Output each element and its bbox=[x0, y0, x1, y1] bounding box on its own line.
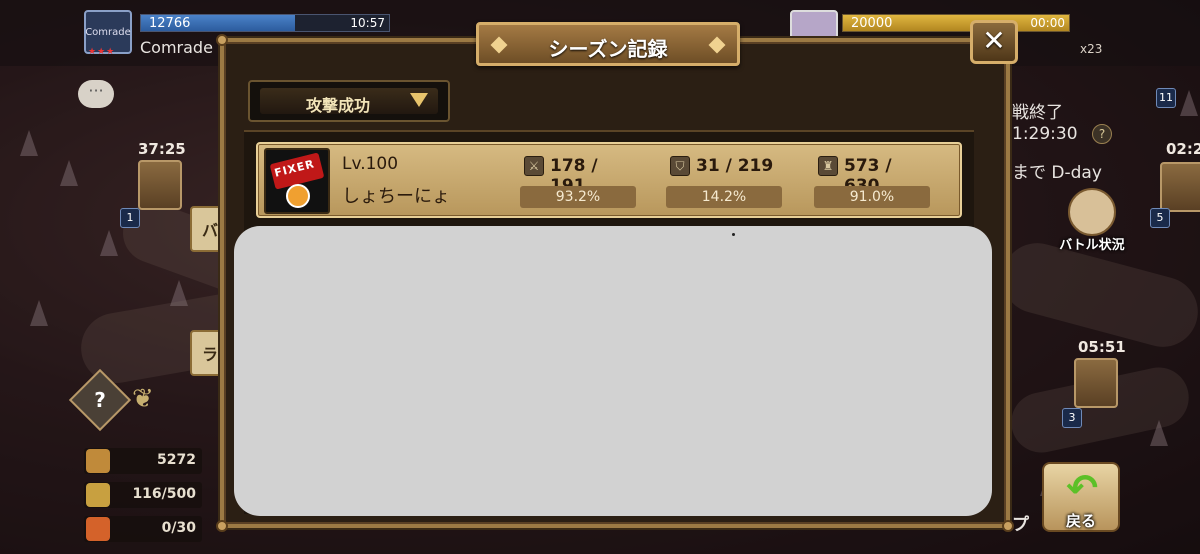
tower-icon: ♜ bbox=[818, 156, 838, 176]
tower-lower[interactable] bbox=[1074, 358, 1118, 408]
avatar-character bbox=[286, 184, 310, 208]
resource-value: 5272 bbox=[157, 452, 196, 468]
dialog-title-plate: シーズン記録 bbox=[476, 22, 740, 66]
player-level: Lv.100 bbox=[342, 154, 399, 174]
corner-label: プ bbox=[1012, 515, 1029, 535]
tower-level-badge: 11 bbox=[1156, 88, 1176, 108]
multiplier-count: x23 bbox=[1080, 42, 1103, 56]
info-icon[interactable]: ? bbox=[1092, 124, 1112, 144]
dialog-title: シーズン記録 bbox=[548, 37, 668, 61]
opponent-score: 20000 bbox=[851, 16, 893, 31]
close-button[interactable]: ✕ bbox=[970, 20, 1018, 64]
back-arrow-icon: ↶ bbox=[1066, 466, 1098, 510]
battle-end-label: 戦終了 bbox=[1012, 103, 1063, 123]
arena-wing-icon bbox=[86, 517, 110, 541]
dday-label: まで D-day bbox=[1012, 163, 1102, 183]
frame-corner-ornament bbox=[1002, 520, 1014, 532]
guild-emblem-text: Comrade bbox=[85, 26, 131, 38]
frame-corner-ornament bbox=[216, 520, 228, 532]
tower-timer-lower: 05:51 bbox=[1078, 338, 1126, 356]
crystal-icon bbox=[86, 449, 110, 473]
frame-corner-ornament bbox=[216, 34, 228, 46]
tower-rate: 91.0% bbox=[814, 186, 930, 208]
dropdown-face: 攻撃成功 bbox=[260, 88, 438, 115]
battle-status-label: バトル状況 bbox=[1059, 238, 1125, 253]
battle-status-button[interactable]: バトル状況 bbox=[1054, 188, 1130, 253]
tower-level-badge: 5 bbox=[1150, 208, 1170, 228]
guild-rank-stars: ★★★ bbox=[88, 47, 116, 57]
resource-energy: 116/500 bbox=[84, 482, 202, 508]
resource-crystal: 5272 bbox=[84, 448, 202, 474]
player-name: しょちーにょ bbox=[342, 186, 450, 207]
wing-emblem-icon[interactable]: ❦ bbox=[132, 384, 186, 420]
record-type-dropdown[interactable]: 攻撃成功 bbox=[248, 80, 450, 122]
redacted-area bbox=[234, 226, 992, 516]
guild-name: Comrade bbox=[140, 38, 213, 57]
crossed-swords-icon: ⚔ bbox=[524, 156, 544, 176]
player-avatar[interactable]: FIXER bbox=[264, 148, 330, 214]
tower-stat: ♜ 573 / 630 91.0% bbox=[814, 152, 932, 210]
opponent-time: 00:00 bbox=[1030, 16, 1065, 30]
chat-icon[interactable]: ··· bbox=[78, 80, 114, 108]
resource-arena-wing: 0/30 bbox=[84, 516, 202, 542]
defense-stat: ⛉ 31 / 219 14.2% bbox=[666, 152, 784, 210]
guild-score-bar: 12766 10:57 bbox=[140, 14, 390, 32]
tower-level-badge: 3 bbox=[1062, 408, 1082, 428]
tower-left[interactable] bbox=[138, 160, 182, 210]
record-row[interactable]: FIXER Lv.100 しょちーにょ ⚔ 178 / 191 93.2% ⛉ … bbox=[256, 142, 962, 218]
chevron-down-icon bbox=[410, 93, 428, 107]
defense-rate: 14.2% bbox=[666, 186, 782, 208]
battle-status-icon bbox=[1068, 188, 1116, 236]
opponent-score-bar: 20000 00:00 bbox=[842, 14, 1070, 32]
redaction-speck bbox=[732, 233, 735, 236]
tower-right[interactable] bbox=[1160, 162, 1200, 212]
resource-value: 0/30 bbox=[161, 520, 196, 536]
guild-score: 12766 bbox=[149, 16, 191, 31]
energy-icon bbox=[86, 483, 110, 507]
shield-icon: ⛉ bbox=[670, 156, 690, 176]
tower-timer-left: 37:25 bbox=[138, 140, 186, 158]
tower-timer-right: 02:2 bbox=[1166, 140, 1200, 158]
attack-rate: 93.2% bbox=[520, 186, 636, 208]
battle-end-countdown: 1:29:30 bbox=[1012, 124, 1078, 144]
guild-time: 10:57 bbox=[350, 16, 385, 30]
back-button[interactable]: ↶ 戻る bbox=[1042, 462, 1120, 532]
resource-value: 116/500 bbox=[132, 486, 196, 502]
dropdown-selected-label: 攻撃成功 bbox=[305, 96, 370, 115]
back-label: 戻る bbox=[1065, 512, 1096, 530]
tower-level-badge: 1 bbox=[120, 208, 140, 228]
attack-stat: ⚔ 178 / 191 93.2% bbox=[520, 152, 638, 210]
defense-count: 31 / 219 bbox=[696, 156, 774, 176]
